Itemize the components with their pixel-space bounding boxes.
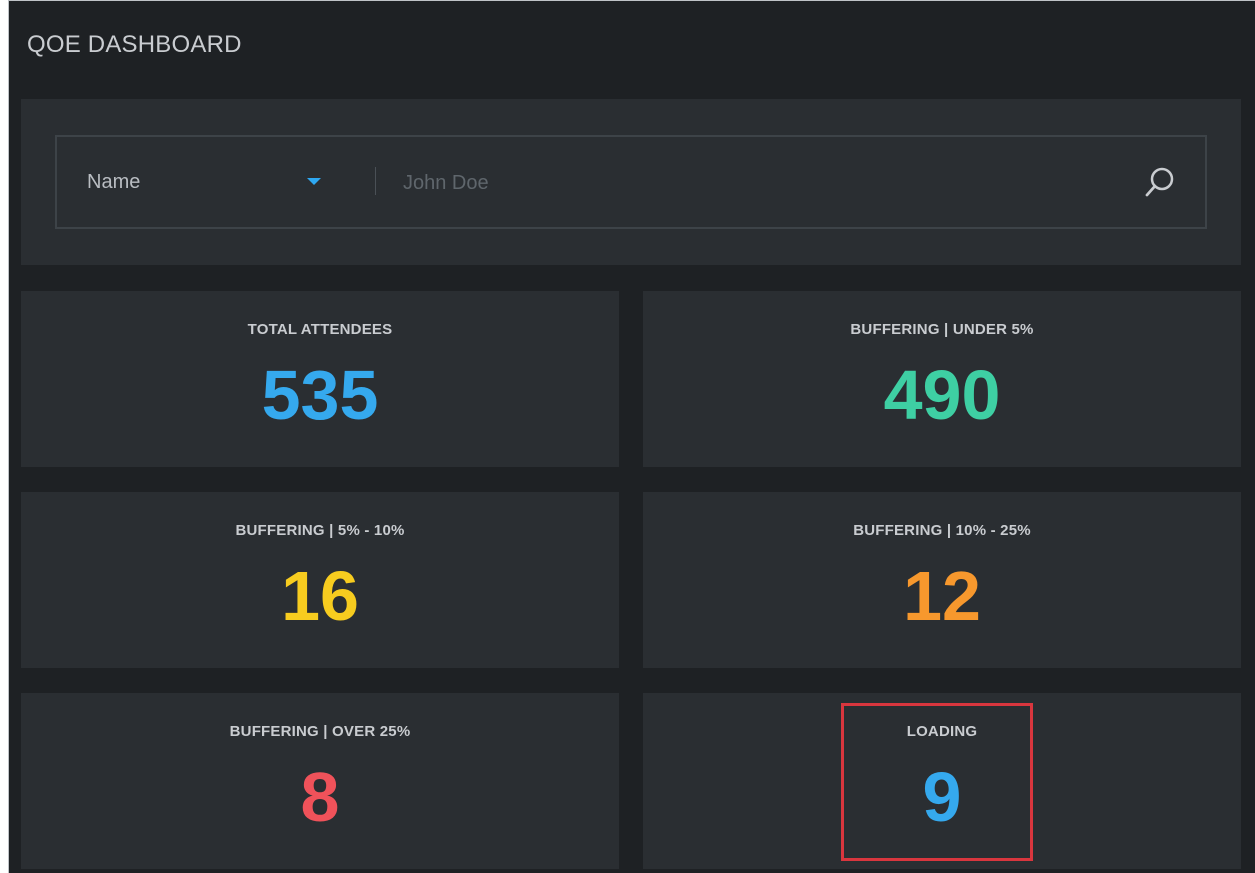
search-icon[interactable]	[1141, 163, 1179, 201]
stat-card-buffering-under-5: BUFFERING | UNDER 5% 490	[643, 291, 1241, 467]
stat-card-loading: LOADING 9	[643, 693, 1241, 869]
stat-card-value: 9	[922, 758, 962, 836]
stat-card-label: BUFFERING | OVER 25%	[229, 723, 411, 740]
search-input[interactable]	[401, 159, 1125, 207]
stat-card-value: 16	[281, 557, 359, 635]
search-field-select[interactable]: Name	[57, 137, 375, 227]
stat-card-label: BUFFERING | 10% - 25%	[853, 522, 1031, 539]
stat-card-buffering-10-25: BUFFERING | 10% - 25% 12	[643, 492, 1241, 668]
page-title: QOE DASHBOARD	[27, 31, 242, 58]
search-divider	[375, 167, 376, 195]
search-bar: Name	[55, 135, 1207, 229]
stat-card-total-attendees: TOTAL ATTENDEES 535	[21, 291, 619, 467]
stat-card-label: BUFFERING | UNDER 5%	[850, 321, 1034, 338]
stat-card-value: 535	[261, 356, 379, 434]
stat-card-label: TOTAL ATTENDEES	[247, 321, 393, 338]
stat-card-buffering-5-10: BUFFERING | 5% - 10% 16	[21, 492, 619, 668]
stat-card-label: LOADING	[906, 723, 978, 740]
stat-card-value: 12	[903, 557, 981, 635]
dashboard-window: QOE DASHBOARD Name TOTAL ATTENDEES 535 B…	[8, 0, 1255, 873]
search-field-selected-value: Name	[87, 171, 141, 193]
caret-down-icon	[307, 178, 321, 185]
stat-card-value: 490	[883, 356, 1001, 434]
stat-card-label: BUFFERING | 5% - 10%	[235, 522, 405, 539]
search-panel: Name	[21, 99, 1241, 265]
stat-card-value: 8	[300, 758, 340, 836]
stat-card-buffering-over-25: BUFFERING | OVER 25% 8	[21, 693, 619, 869]
